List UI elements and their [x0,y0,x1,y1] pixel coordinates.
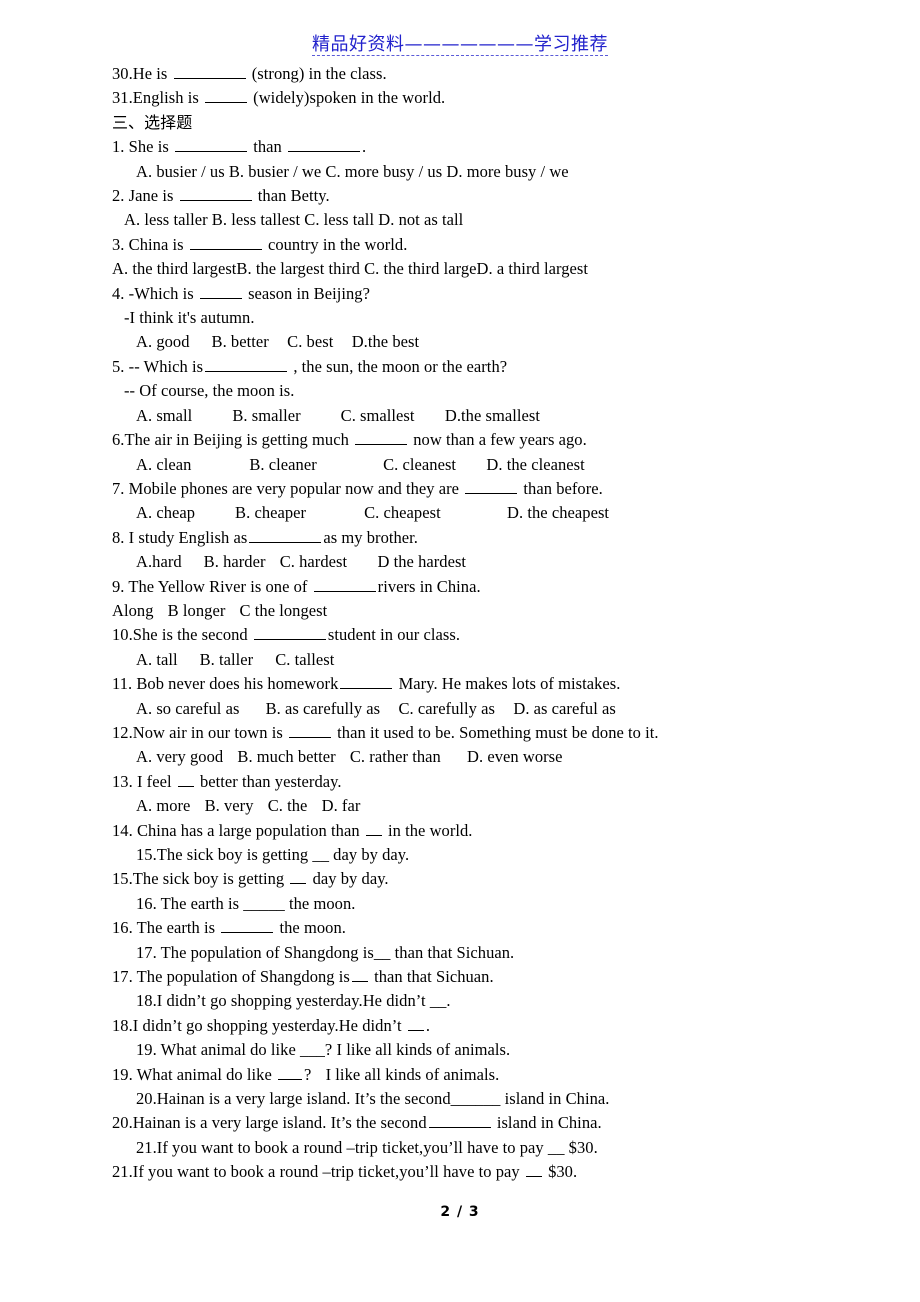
blank-underline [313,577,376,592]
question-13-options: A. more B. very C. the D. far [136,796,361,816]
question-11-options: A. so careful as B. as carefully as C. c… [136,698,616,718]
question-5-reply: -- Of course, the moon is. [124,381,295,401]
question-5-options: A. small B. smaller C. smallest D.the smal… [136,405,540,425]
question-13: 13. I feel better than yesterday. [112,771,342,791]
question-14: 14. China has a large population than in… [112,820,473,840]
question-5: 5. -- Which is , the sun, the moon or th… [112,356,508,376]
blank-underline [351,967,368,983]
question-6: 6.The air in Beijing is getting much now… [112,430,587,450]
blank-underline [221,918,274,934]
blank-underline [290,869,307,885]
blank-underline [199,284,242,299]
question-17-options: 18.I didn’t go shopping yesterday.He did… [136,991,451,1011]
blank-underline [175,137,248,153]
question-9-options: Along B longer C the longest [112,600,328,620]
question-1-options: A. busier / us B. busier / we C. more bu… [136,161,569,181]
question-2-options: A. less taller B. less tallest C. less t… [124,210,464,230]
blank-underline [177,772,194,787]
blank-underline [355,430,408,446]
question-4-reply: -I think it's autumn. [124,308,255,328]
question-20-options: 21.If you want to book a round –trip tic… [136,1137,598,1157]
blank-underline [189,235,262,250]
question-15-options: 16. The earth is _____ the moon. [136,893,356,913]
blank-underline [407,1016,424,1031]
question-11: 11. Bob never does his homework Mary. He… [112,674,621,694]
question-12-options: A. very good B. much better C. rather th… [136,747,563,767]
question-10-options: A. tall B. taller C. tallest [136,649,335,669]
question-4: 4. -Which is season in Beijing? [112,283,370,303]
blank-underline [253,625,326,641]
blank-underline [205,88,247,104]
blank-underline [179,186,252,202]
question-10: 10.She is the second student in our clas… [112,625,461,645]
question-9: 9. The Yellow River is one of rivers in … [112,576,481,596]
page-footer: 2 / 3 [0,1203,920,1221]
question-18: 18.I didn’t go shopping yesterday.He did… [112,1015,431,1035]
question-19: 19. What animal do like ? I like all kin… [112,1064,500,1084]
question-20: 20.Hainan is a very large island. It’s t… [112,1113,602,1133]
question-7: 7. Mobile phones are very popular now an… [112,478,603,498]
blank-underline [465,479,518,494]
page-header: 精品好资料———————学习推荐 [0,36,920,56]
blank-underline [205,357,288,372]
page-number: 2 / 3 [440,1204,480,1220]
question-8-options: A.hard B. harder C. hardest D the hardest [136,552,467,572]
blank-underline [287,137,360,153]
blank-underline [278,1065,303,1080]
question-4-options: A. good B. better C. best D.the best [136,332,420,352]
blank-underline [173,64,246,79]
question-18-options: 19. What animal do like ___? I like all … [136,1040,511,1060]
question-16-options: 17. The population of Shangdong is__ tha… [136,942,515,962]
question-16: 16. The earth is the moon. [112,918,346,938]
question-14-options: 15.The sick boy is getting __ day by day… [136,845,410,864]
question-1: 1. She is than . [112,137,367,157]
blank-underline [340,674,393,690]
blank-underline [249,528,322,543]
fill-in-item-31: 31.English is (widely)spoken in the worl… [112,88,446,108]
question-19-options: 20.Hainan is a very large island. It’s t… [136,1089,610,1109]
section-heading: 三、选择题 [112,112,193,132]
question-3: 3. China is country in the world. [112,234,408,254]
watermark-text: 精品好资料———————学习推荐 [312,34,608,56]
question-7-options: A. cheap B. cheaper C. cheapest D. the che… [136,503,610,523]
question-6-options: A. clean B. cleaner C. cleanest D. the cl… [136,454,585,474]
question-2: 2. Jane is than Betty. [112,186,330,206]
document-page: 精品好资料———————学习推荐 30.He is (strong) in th… [0,0,920,1302]
document-body: 30.He is (strong) in the class. 31.Engli… [112,62,812,1185]
blank-underline [289,723,331,738]
question-12: 12.Now air in our town is than it used t… [112,722,659,742]
question-3-options: A. the third largestB. the largest third… [112,259,588,279]
question-15: 15.The sick boy is getting day by day. [112,869,389,889]
fill-in-item-30: 30.He is (strong) in the class. [112,64,387,83]
question-8: 8. I study English as as my brother. [112,527,418,547]
blank-underline [525,1162,542,1178]
question-21: 21.If you want to book a round –trip tic… [112,1162,578,1182]
blank-underline [428,1113,491,1129]
blank-underline [365,821,382,836]
question-17: 17. The population of Shangdong is than … [112,967,494,987]
